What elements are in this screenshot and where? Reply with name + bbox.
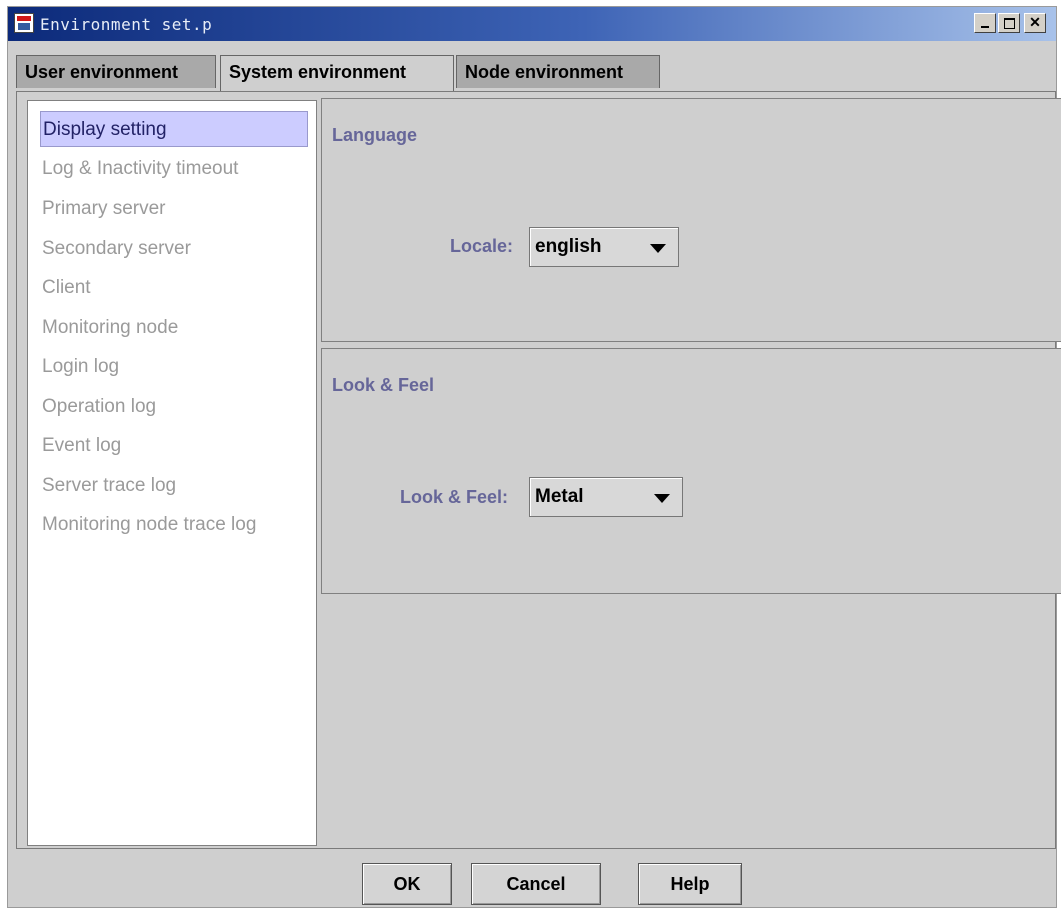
sidebar-item-secondary-server[interactable]: Secondary server: [40, 231, 308, 267]
maximize-icon: [1003, 18, 1015, 29]
sidebar-item-monitoring-node[interactable]: Monitoring node: [40, 310, 308, 346]
title-bar[interactable]: Environment set.p ✕: [8, 7, 1056, 41]
look-and-feel-value: Metal: [535, 486, 584, 507]
cancel-button[interactable]: Cancel: [471, 863, 601, 905]
minimize-icon: [981, 26, 989, 28]
sidebar-item-primary-server[interactable]: Primary server: [40, 191, 308, 227]
ok-button[interactable]: OK: [362, 863, 452, 905]
environment-setup-window: Environment set.p ✕ User environment Sys…: [7, 6, 1061, 908]
tab-node-environment[interactable]: Node environment: [456, 55, 660, 88]
sidebar-item-event-log[interactable]: Event log: [40, 428, 308, 464]
sidebar-item-monitoring-node-trace-log[interactable]: Monitoring node trace log: [40, 507, 308, 543]
tab-content: Display setting Log & Inactivity timeout…: [16, 91, 1061, 849]
sidebar-item-operation-log[interactable]: Operation log: [40, 389, 308, 425]
chevron-down-icon: [650, 244, 666, 253]
sidebar-item-log-inactivity-timeout[interactable]: Log & Inactivity timeout: [40, 151, 308, 187]
look-and-feel-label: Look & Feel:: [400, 487, 509, 507]
maximize-button[interactable]: [998, 13, 1020, 33]
sidebar-item-login-log[interactable]: Login log: [40, 349, 308, 385]
locale-select[interactable]: english: [529, 227, 679, 267]
window-title: Environment set.p: [40, 15, 213, 34]
settings-category-list: Display setting Log & Inactivity timeout…: [27, 100, 317, 846]
app-icon[interactable]: [14, 13, 34, 33]
look-and-feel-panel: Look & Feel Look & Feel: Metal: [321, 348, 1061, 594]
minimize-button[interactable]: [974, 13, 996, 33]
close-icon: ✕: [1029, 14, 1041, 30]
sidebar-item-display-setting[interactable]: Display setting: [40, 111, 308, 147]
look-and-feel-panel-title: Look & Feel: [332, 375, 435, 395]
tab-user-environment[interactable]: User environment: [16, 55, 216, 88]
chevron-down-icon: [654, 494, 670, 503]
sidebar-item-client[interactable]: Client: [40, 270, 308, 306]
locale-label: Locale:: [450, 236, 514, 256]
dialog-button-bar: OK Cancel Help: [8, 857, 1056, 907]
sidebar-item-server-trace-log[interactable]: Server trace log: [40, 468, 308, 504]
look-and-feel-select[interactable]: Metal: [529, 477, 683, 517]
language-panel: Language Locale: english: [321, 98, 1061, 342]
tab-system-environment[interactable]: System environment: [220, 55, 454, 91]
locale-value: english: [535, 236, 602, 257]
language-panel-title: Language: [332, 125, 418, 145]
close-button[interactable]: ✕: [1024, 13, 1046, 33]
help-button[interactable]: Help: [638, 863, 742, 905]
